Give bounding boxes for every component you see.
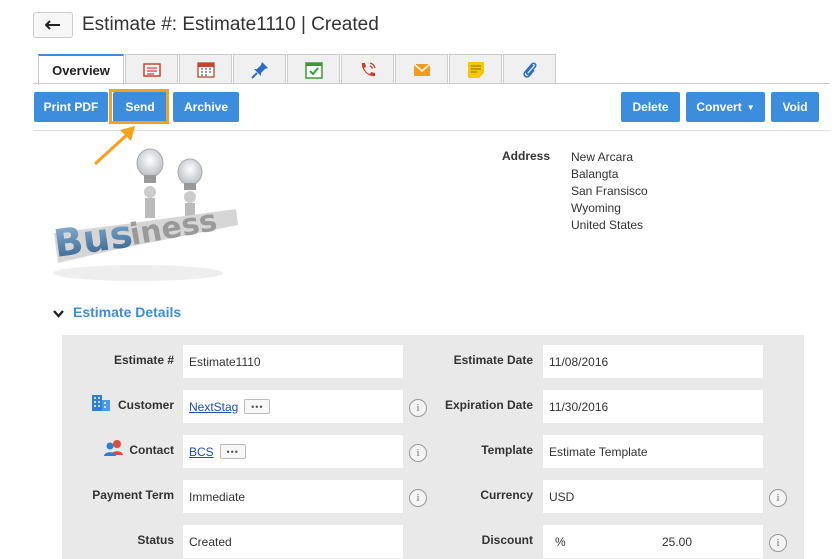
tab-email[interactable]: [395, 54, 448, 84]
estimate-details-panel: Estimate # Estimate1110 Estimate Date 11…: [62, 335, 804, 559]
contact-label: Contact: [129, 443, 174, 457]
email-icon: [413, 62, 431, 77]
discount-field[interactable]: % 25.00: [543, 525, 763, 558]
notes-icon: [142, 62, 161, 78]
address-block: New Arcara Balangta San Fransisco Wyomin…: [571, 149, 648, 234]
tab-calendar[interactable]: [179, 54, 232, 84]
estimate-date-label: Estimate Date: [453, 353, 533, 367]
more-options-button[interactable]: •••: [244, 399, 271, 414]
address-line: United States: [571, 218, 644, 232]
address-line: San Fransisco: [571, 184, 648, 198]
discount-value: 25.00: [662, 534, 693, 549]
info-icon[interactable]: i: [769, 534, 787, 552]
pin-icon: [250, 61, 269, 79]
void-button[interactable]: Void: [771, 92, 819, 122]
archive-button[interactable]: Archive: [173, 92, 239, 122]
template-label: Template: [481, 443, 533, 457]
currency-label: Currency: [480, 488, 533, 502]
back-button[interactable]: [33, 12, 73, 38]
svg-text:iness: iness: [127, 203, 219, 253]
svg-text:Bus: Bus: [51, 211, 135, 266]
estimate-number-field[interactable]: Estimate1110: [183, 345, 403, 378]
expiration-date-field[interactable]: 11/30/2016: [543, 390, 763, 423]
address-line: Wyoming: [571, 201, 621, 215]
template-field[interactable]: Estimate Template: [543, 435, 763, 468]
convert-button[interactable]: Convert ▼: [686, 92, 765, 122]
attachment-icon: [521, 61, 539, 79]
section-title-estimate-details[interactable]: Estimate Details: [73, 304, 181, 320]
payment-term-label: Payment Term: [92, 488, 174, 502]
customer-link[interactable]: NextStag: [189, 400, 238, 414]
customer-field: NextStag •••: [183, 390, 403, 423]
caret-down-icon: ▼: [746, 102, 755, 112]
convert-label: Convert: [696, 100, 742, 114]
calendar-icon: [196, 61, 215, 78]
tab-attachment[interactable]: [503, 54, 556, 84]
more-options-button[interactable]: •••: [219, 444, 246, 459]
send-button-highlight: [109, 89, 169, 124]
info-icon[interactable]: i: [409, 444, 427, 462]
delete-button[interactable]: Delete: [621, 92, 680, 122]
details-row: Status Created Discount % 25.00 i: [62, 525, 804, 559]
tab-task[interactable]: [287, 54, 340, 84]
contact-link[interactable]: BCS: [189, 445, 214, 459]
building-icon: [91, 394, 111, 411]
discount-unit: %: [555, 534, 566, 549]
business-logo-image: Bus iness: [48, 145, 240, 288]
currency-field[interactable]: USD: [543, 480, 763, 513]
info-icon[interactable]: i: [769, 489, 787, 507]
print-pdf-button[interactable]: Print PDF: [34, 92, 108, 122]
estimate-date-field[interactable]: 11/08/2016: [543, 345, 763, 378]
address-line: Balangta: [571, 167, 619, 181]
status-field[interactable]: Created: [183, 525, 403, 558]
address-line: New Arcara: [571, 150, 634, 164]
discount-label: Discount: [481, 533, 533, 547]
call-icon: [359, 61, 377, 79]
info-icon[interactable]: i: [409, 489, 427, 507]
sticky-note-icon: [467, 61, 485, 79]
expiration-date-label: Expiration Date: [444, 398, 533, 412]
customer-label: Customer: [117, 398, 174, 412]
tab-call[interactable]: [341, 54, 394, 84]
contact-field: BCS •••: [183, 435, 403, 468]
details-row: Customer NextStag ••• i Expiration Date …: [62, 390, 804, 424]
payment-term-field[interactable]: Immediate: [183, 480, 403, 513]
info-icon[interactable]: i: [409, 399, 427, 417]
details-row: Estimate # Estimate1110 Estimate Date 11…: [62, 345, 804, 379]
address-label: Address: [502, 149, 551, 163]
contact-icon: [104, 439, 124, 456]
details-row: Contact BCS ••• i Template Estimate Temp…: [62, 435, 804, 469]
details-row: Payment Term Immediate i Currency USD i: [62, 480, 804, 514]
status-label: Status: [137, 533, 174, 547]
tab-bar: Overview: [38, 54, 557, 85]
tab-pin[interactable]: [233, 54, 286, 84]
page-title: Estimate #: Estimate1110 | Created: [82, 14, 379, 35]
tab-sticky-note[interactable]: [449, 54, 502, 84]
estimate-number-label: Estimate #: [113, 353, 174, 367]
task-icon: [304, 61, 323, 79]
tabs-divider: [33, 83, 830, 84]
back-arrow-icon: [45, 20, 61, 30]
chevron-down-icon[interactable]: [52, 306, 65, 324]
toolbar-divider: [33, 130, 830, 131]
tab-notes[interactable]: [125, 54, 178, 84]
tab-overview[interactable]: Overview: [38, 54, 124, 85]
